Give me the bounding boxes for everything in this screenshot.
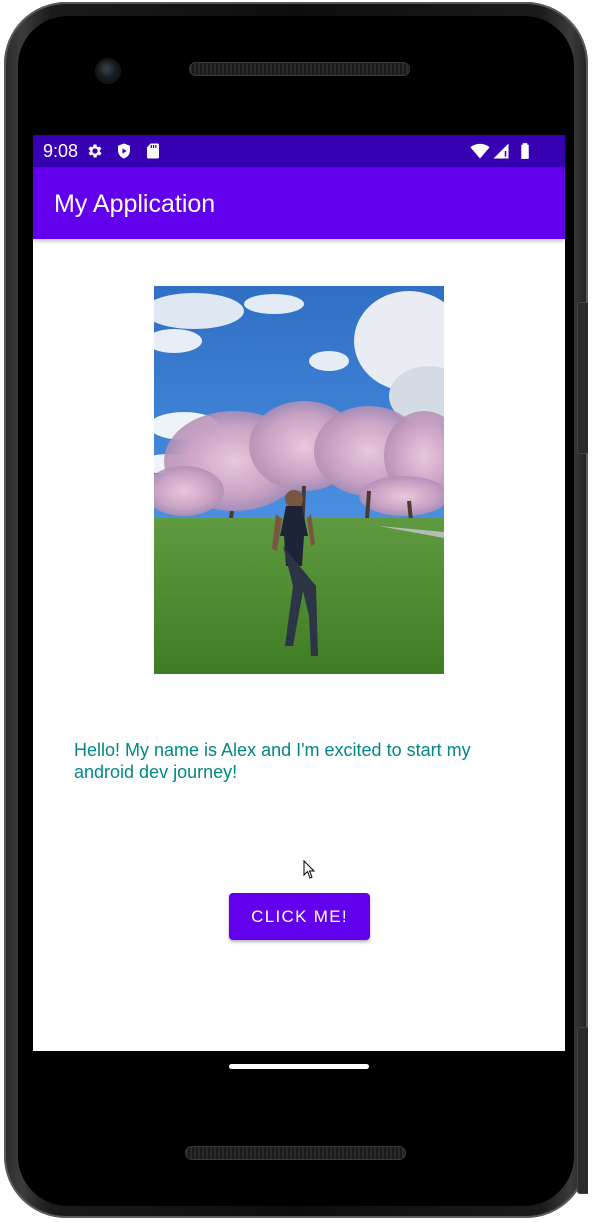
- sd-card-icon: [147, 143, 159, 159]
- battery-icon: [521, 143, 529, 159]
- bottom-speaker-grille: [185, 1146, 406, 1160]
- status-bar: 9:08: [33, 135, 565, 167]
- signal-icon: [493, 143, 509, 159]
- status-time: 9:08: [43, 141, 79, 161]
- app-bar: My Application: [33, 167, 565, 239]
- intro-message: Hello! My name is Alex and I'm excited t…: [74, 740, 471, 782]
- gear-icon: [88, 144, 102, 158]
- top-speaker-grille: [189, 62, 410, 76]
- home-gesture-bar[interactable]: [229, 1064, 369, 1069]
- click-me-button[interactable]: CLICK ME!: [229, 893, 370, 940]
- profile-photo: [154, 286, 444, 674]
- volume-button[interactable]: [577, 302, 588, 454]
- power-button[interactable]: [577, 1027, 588, 1194]
- photo-image: [154, 286, 444, 674]
- device-screen: 9:08 My Application Hello! My name is Al…: [33, 135, 565, 1051]
- front-camera: [97, 60, 119, 82]
- wifi-icon: [470, 143, 490, 159]
- mouse-cursor-icon: [303, 860, 316, 879]
- app-title: My Application: [54, 190, 216, 218]
- shield-play-icon: [118, 143, 130, 159]
